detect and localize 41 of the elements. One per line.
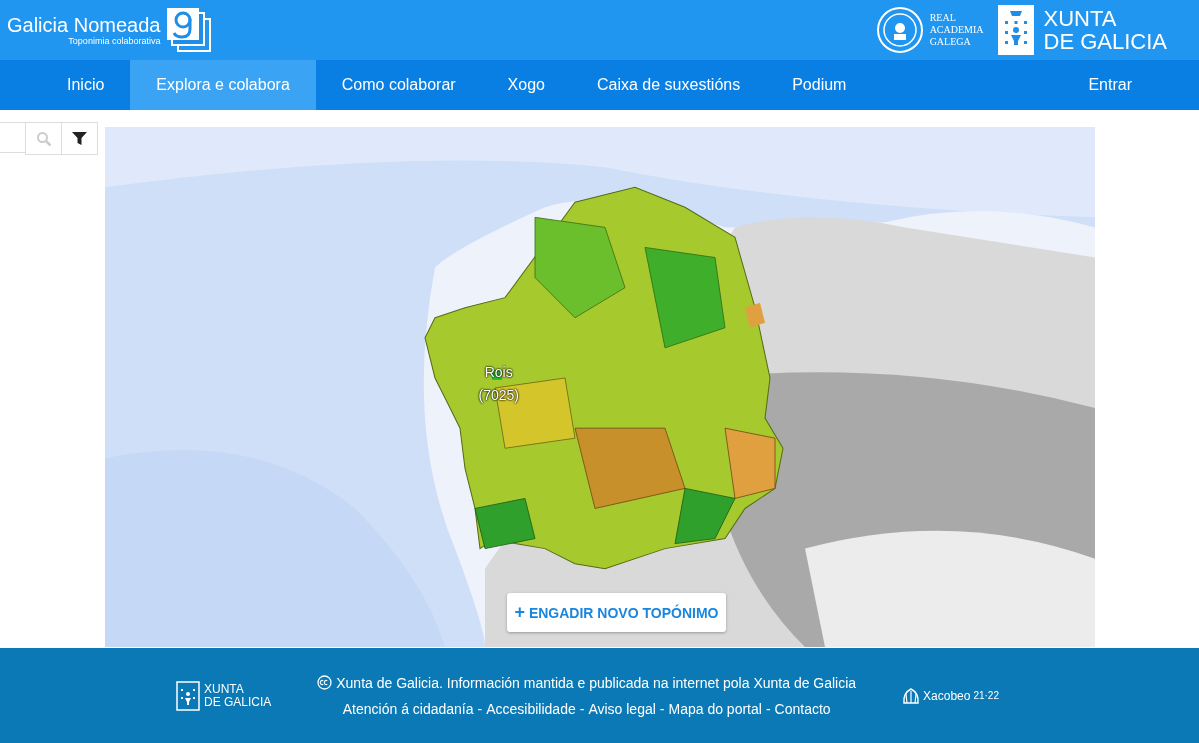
footer-link[interactable]: Aviso legal: [588, 700, 656, 717]
xunta-logo-text: DE GALICIA: [1043, 30, 1167, 53]
footer-link[interactable]: Mapa do portal: [668, 700, 762, 717]
search-field[interactable]: [0, 122, 26, 153]
place-label: Rois: [484, 363, 513, 382]
footer-link[interactable]: Accesibilidade: [486, 700, 576, 717]
link-separator: -: [579, 700, 585, 717]
nav-tab[interactable]: Como colaborar: [315, 60, 482, 110]
xacobeo-years: 21·22: [973, 690, 999, 701]
nav-tab[interactable]: Explora e colabora: [130, 60, 316, 110]
nav-tab[interactable]: Xogo: [481, 60, 571, 110]
xunta-logo-text: DE GALICIA: [204, 695, 272, 709]
footer-link[interactable]: Contacto: [774, 700, 831, 717]
nav-tab[interactable]: Caixa de suxestións: [571, 60, 767, 110]
xunta-logo-text: XUNTA: [204, 682, 245, 696]
shell-icon: [902, 686, 921, 705]
copyright-text: Xunta de Galicia. Información mantida e publicada na internet pola Xunta de Galicia: [336, 674, 857, 691]
nav-tab[interactable]: Inicio: [41, 60, 131, 110]
nav-tab[interactable]: Podium: [766, 60, 873, 110]
login-link[interactable]: Entrar: [1062, 60, 1158, 110]
link-separator: -: [477, 700, 483, 717]
academy-logo-text: REAL: [929, 12, 957, 24]
seal-icon: [875, 6, 924, 54]
link-separator: -: [659, 700, 665, 717]
site-subtitle: Toponimia colaborativa: [68, 36, 161, 46]
creative-commons-icon: [317, 675, 333, 690]
search-icon: [35, 130, 52, 147]
xunta-logo-text: XUNTA: [1043, 7, 1118, 30]
link-separator: -: [765, 700, 771, 717]
site-title: Galicia Nomeada: [7, 14, 161, 36]
coat-of-arms-icon: [997, 5, 1034, 55]
filter-icon: [72, 131, 87, 146]
academy-logo-text: GALEGA: [929, 36, 972, 48]
add-place-name-button[interactable]: + ENGADIR NOVO TOPÓNIMO: [506, 593, 727, 632]
place-count: (7025): [478, 386, 519, 405]
coat-of-arms-icon: [176, 680, 200, 711]
academy-logo-text: ACADEMIA: [929, 24, 984, 36]
filter-button[interactable]: [61, 122, 98, 155]
xacobeo-logo-text: Xacobeo: [923, 688, 971, 703]
footer-link[interactable]: Atención á cidadanía: [342, 700, 474, 717]
pages-logo-icon: [166, 7, 213, 53]
